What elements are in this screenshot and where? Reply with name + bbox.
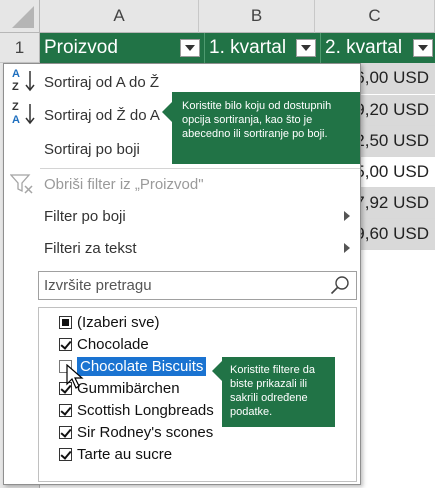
down-arrow-icon [25, 71, 35, 92]
list-item-label: Gummibärchen [77, 379, 180, 397]
select-all-corner[interactable] [0, 0, 40, 33]
submenu-arrow-icon [344, 211, 350, 221]
search-placeholder: Izvršite pretragu [44, 277, 152, 294]
list-item[interactable]: Scottish Longbreads [59, 399, 214, 421]
filter-dropdown-button[interactable] [180, 39, 200, 57]
filter-by-color-item[interactable]: Filter po boji [4, 200, 360, 232]
clear-filter-label: Obriši filter iz „Proizvod" [44, 175, 204, 193]
column-header-c[interactable]: C [315, 0, 435, 33]
sort-icon-letter-bottom: A [12, 114, 20, 126]
dropdown-arrow-icon [185, 45, 195, 51]
column-header-b[interactable]: B [199, 0, 315, 33]
checkbox-checked[interactable] [59, 425, 72, 439]
sort-z-to-a-label: Sortiraj od Ž do A [44, 106, 160, 124]
row-header-1[interactable]: 1 [0, 33, 40, 63]
filter-callout-text: Koristite filtere da biste prikazali ili… [222, 357, 335, 427]
table-header-cell[interactable]: Proizvod [40, 33, 205, 63]
list-item[interactable]: Chocolade [59, 333, 149, 355]
column-header-a[interactable]: A [40, 0, 199, 33]
sort-callout-text: Koristite bilo koju od dostupnih opcija … [172, 92, 360, 164]
table-header-label: Proizvod [44, 37, 118, 58]
list-item[interactable]: Tarte au sucre [59, 443, 172, 465]
list-item-label: (Izaberi sve) [77, 313, 160, 331]
table-header-cell[interactable]: 2. kvartal [321, 33, 435, 63]
checkbox-partial[interactable] [59, 315, 72, 329]
search-icon [330, 276, 349, 295]
table-header-label: 2. kvartal [325, 37, 403, 58]
dropdown-arrow-icon [301, 45, 311, 51]
clear-filter-item[interactable]: Obriši filter iz „Proizvod" [4, 168, 360, 200]
submenu-arrow-icon [344, 243, 350, 253]
sort-callout: Koristite bilo koju od dostupnih opcija … [162, 92, 360, 164]
filter-callout: Koristite filtere da biste prikazali ili… [212, 357, 335, 427]
sort-za-icon: Z A [10, 101, 38, 129]
mouse-pointer-icon [66, 364, 84, 389]
corner-triangle-icon [12, 6, 34, 28]
sort-icon-letter-top: Z [12, 101, 19, 113]
filter-dropdown-button[interactable] [296, 39, 316, 57]
text-filters-label: Filteri za tekst [44, 239, 137, 257]
sort-icon-letter-top: A [12, 68, 20, 80]
list-item[interactable]: (Izaberi sve) [59, 311, 160, 333]
sort-az-icon: A Z [10, 68, 38, 96]
checkbox-checked[interactable] [59, 337, 72, 351]
list-item-label: Scottish Longbreads [77, 401, 214, 419]
clear-filter-icon [10, 174, 33, 194]
sort-a-to-z-label: Sortiraj od A do Ž [44, 73, 160, 91]
sort-icon-letter-bottom: Z [12, 81, 19, 93]
sort-by-color-label: Sortiraj po boji [44, 140, 140, 158]
filter-by-color-label: Filter po boji [44, 207, 126, 225]
list-item-label: Sir Rodney's scones [77, 423, 214, 441]
table-header-cell[interactable]: 1. kvartal [205, 33, 321, 63]
list-item-label: Chocolade [77, 335, 149, 353]
text-filters-item[interactable]: Filteri za tekst [4, 232, 360, 264]
list-item-label: Chocolate Biscuits [75, 355, 208, 377]
down-arrow-icon [25, 104, 35, 125]
checkbox-checked[interactable] [59, 447, 72, 461]
checkbox-checked[interactable] [59, 403, 72, 417]
search-input[interactable]: Izvršite pretragu [38, 271, 357, 300]
filter-dropdown-button[interactable] [413, 39, 433, 57]
table-header-label: 1. kvartal [209, 37, 287, 58]
list-item-label: Tarte au sucre [77, 445, 173, 463]
list-item[interactable]: Sir Rodney's scones [59, 421, 213, 443]
dropdown-arrow-icon [418, 45, 428, 51]
